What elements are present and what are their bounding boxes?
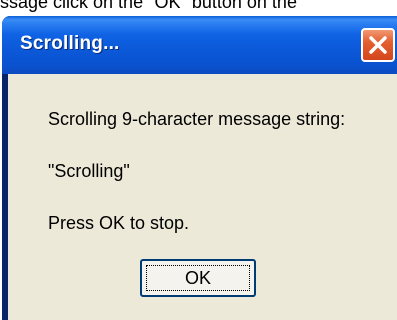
message-line-2: "Scrolling": [48, 161, 130, 181]
background-instruction-text: ssage click on the "OK" button on the: [0, 0, 297, 12]
close-button[interactable]: [361, 28, 395, 62]
dialog-title: Scrolling...: [20, 33, 120, 54]
dialog-titlebar[interactable]: Scrolling...: [2, 16, 397, 74]
message-line-3: Press OK to stop.: [48, 213, 190, 233]
ok-button-label: OK: [184, 268, 211, 288]
dialog-body: Scrolling 9-character message string: "S…: [8, 74, 397, 320]
close-x-icon: [369, 36, 387, 54]
message-dialog: Scrolling... Scrolling 9-character messa…: [2, 16, 397, 320]
message-line-1: Scrolling 9-character message string:: [48, 109, 346, 129]
ok-button[interactable]: OK: [140, 259, 256, 297]
screen: ssage click on the "OK" button on the Sc…: [0, 0, 397, 320]
